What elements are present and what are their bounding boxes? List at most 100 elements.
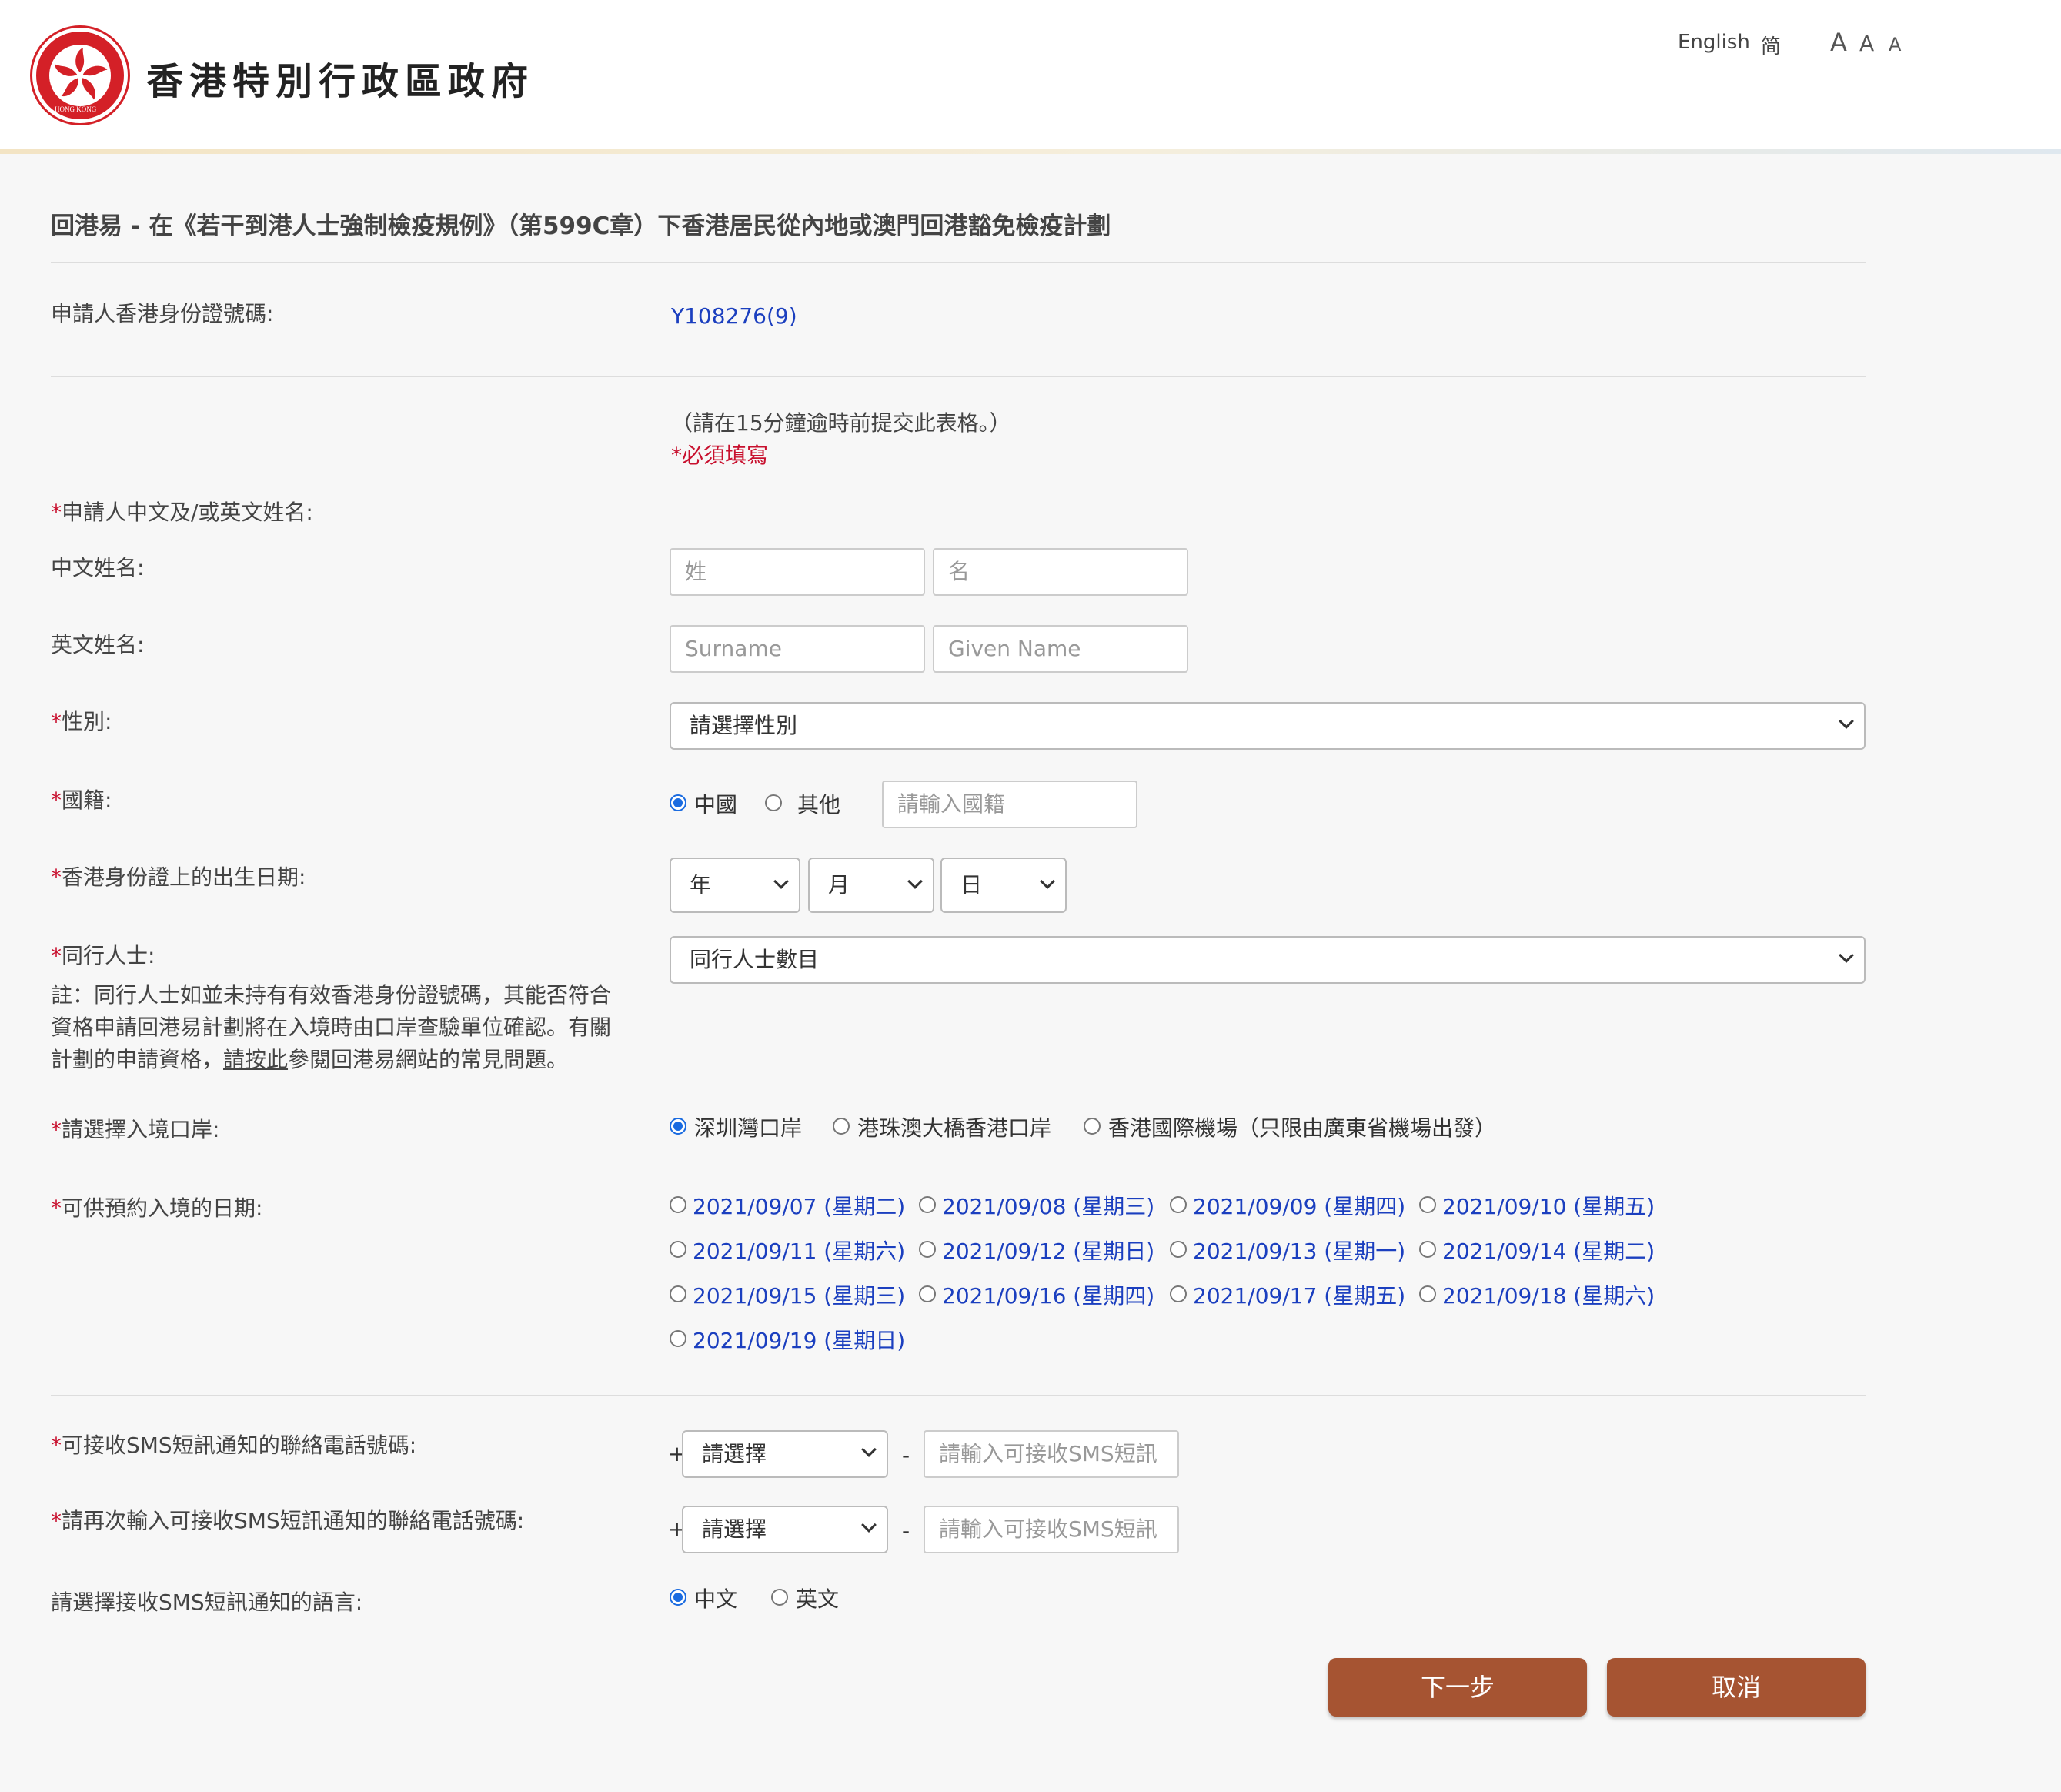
cancel-button[interactable]: 取消	[1607, 1658, 1866, 1717]
phone-label: *可接收SMS短訊通知的聯絡電話號碼:	[51, 1433, 417, 1458]
phone-country-code-value: 請選擇	[702, 1441, 767, 1466]
date-option[interactable]: 2021/09/18 (星期六)	[1442, 1279, 1655, 1310]
nationality-other-input[interactable]: 請輸入國籍	[882, 781, 1137, 828]
faq-link[interactable]: 請按此	[223, 1047, 288, 1072]
chevron-down-icon	[1040, 874, 1055, 889]
date-option[interactable]: 2021/09/10 (星期五)	[1442, 1190, 1655, 1221]
phone-dash: -	[902, 1443, 910, 1468]
nationality-other-label[interactable]: 其他	[797, 788, 840, 819]
date-option[interactable]: 2021/09/19 (星期日)	[693, 1324, 905, 1355]
sms-language-label: 請選擇接收SMS短訊通知的語言:	[51, 1590, 363, 1615]
gender-label: *性別:	[51, 709, 112, 734]
gender-select-value: 請選擇性別	[690, 713, 798, 738]
date-radio[interactable]	[919, 1241, 936, 1258]
nationality-china-label[interactable]: 中國	[694, 788, 737, 819]
date-radio[interactable]	[1170, 1285, 1187, 1302]
date-radio[interactable]	[1419, 1285, 1436, 1302]
dob-day-select[interactable]: 日	[940, 858, 1067, 913]
dob-month-value: 月	[828, 872, 850, 898]
port-airport-radio[interactable]	[1084, 1118, 1101, 1135]
dates-label: *可供預約入境的日期:	[51, 1195, 263, 1221]
divider	[51, 376, 1866, 377]
date-radio[interactable]	[919, 1285, 936, 1302]
date-option[interactable]: 2021/09/14 (星期二)	[1442, 1235, 1655, 1265]
font-size-medium-button[interactable]: A	[1859, 31, 1874, 56]
divider	[51, 1395, 1866, 1396]
hkid-label: 申請人香港身份證號碼:	[51, 301, 274, 326]
date-radio[interactable]	[1170, 1196, 1187, 1213]
page-title: 回港易 - 在《若干到港人士強制檢疫規例》（第599C章）下香港居民從內地或澳門…	[51, 212, 1111, 240]
chinese-given-name-input[interactable]: 名	[933, 548, 1188, 596]
date-option[interactable]: 2021/09/07 (星期二)	[693, 1190, 905, 1221]
gender-select[interactable]: 請選擇性別	[670, 702, 1866, 750]
name-label: *申請人中文及/或英文姓名:	[51, 500, 313, 525]
phone-confirm-number-input[interactable]: 請輸入可接收SMS短訊	[924, 1506, 1179, 1553]
english-surname-input[interactable]: Surname	[670, 625, 925, 673]
port-label: *請選擇入境口岸:	[51, 1117, 220, 1142]
companions-select[interactable]: 同行人士數目	[670, 936, 1866, 984]
font-size-small-button[interactable]: A	[1889, 34, 1901, 55]
port-airport-label[interactable]: 香港國際機場（只限由廣東省機場出發）	[1108, 1112, 1496, 1142]
dob-year-value: 年	[690, 872, 712, 898]
chinese-name-label: 中文姓名:	[51, 555, 145, 580]
date-radio[interactable]	[919, 1196, 936, 1213]
date-option[interactable]: 2021/09/09 (星期四)	[1193, 1190, 1405, 1221]
phone-confirm-dash: -	[902, 1518, 910, 1543]
english-link[interactable]: English	[1678, 31, 1750, 54]
nationality-label: *國籍:	[51, 787, 112, 813]
sms-language-english-radio[interactable]	[771, 1589, 788, 1606]
dob-day-value: 日	[960, 872, 983, 898]
date-radio[interactable]	[670, 1196, 686, 1213]
phone-confirm-label: *請再次輸入可接收SMS短訊通知的聯絡電話號碼:	[51, 1508, 525, 1533]
companions-select-value: 同行人士數目	[690, 947, 820, 972]
companions-note-line: 計劃的申請資格，請按此參閱回港易網站的常見問題。	[51, 1047, 569, 1072]
chevron-down-icon	[1839, 948, 1854, 963]
date-radio[interactable]	[670, 1241, 686, 1258]
nationality-other-radio[interactable]	[765, 794, 782, 811]
port-hzmb-label[interactable]: 港珠澳大橋香港口岸	[857, 1112, 1051, 1142]
chevron-down-icon	[907, 874, 923, 889]
simplified-chinese-link[interactable]: 简	[1761, 31, 1781, 59]
date-option[interactable]: 2021/09/08 (星期三)	[942, 1190, 1154, 1221]
chevron-down-icon	[861, 1517, 877, 1533]
date-option[interactable]: 2021/09/12 (星期日)	[942, 1235, 1154, 1265]
date-option[interactable]: 2021/09/13 (星期一)	[1193, 1235, 1405, 1265]
english-given-name-input[interactable]: Given Name	[933, 625, 1188, 673]
port-shenzhen-bay-radio[interactable]	[670, 1118, 686, 1135]
date-option[interactable]: 2021/09/15 (星期三)	[693, 1279, 905, 1310]
phone-country-code-select[interactable]: 請選擇	[682, 1430, 888, 1478]
phone-confirm-country-code-select[interactable]: 請選擇	[682, 1506, 888, 1553]
header-divider	[0, 149, 2061, 154]
sms-language-english-label[interactable]: 英文	[796, 1583, 839, 1613]
date-radio[interactable]	[670, 1285, 686, 1302]
sms-language-chinese-label[interactable]: 中文	[694, 1583, 737, 1613]
companions-note-line: 資格申請回港易計劃將在入境時由口岸查驗單位確認。有關	[51, 1015, 612, 1040]
date-option[interactable]: 2021/09/16 (星期四)	[942, 1279, 1154, 1310]
port-hzmb-radio[interactable]	[833, 1118, 850, 1135]
phone-number-input[interactable]: 請輸入可接收SMS短訊	[924, 1430, 1179, 1478]
hkid-value: Y108276(9)	[671, 303, 797, 329]
date-radio[interactable]	[1170, 1241, 1187, 1258]
font-size-large-button[interactable]: A	[1830, 28, 1847, 57]
english-name-label: 英文姓名:	[51, 632, 145, 657]
dob-year-select[interactable]: 年	[670, 858, 800, 913]
hksar-emblem-icon[interactable]: HONG KONG	[32, 28, 128, 123]
chevron-down-icon	[773, 874, 789, 889]
date-radio[interactable]	[1419, 1196, 1436, 1213]
chevron-down-icon	[1839, 714, 1854, 729]
chinese-surname-input[interactable]: 姓	[670, 548, 925, 596]
date-option[interactable]: 2021/09/11 (星期六)	[693, 1235, 905, 1265]
date-radio[interactable]	[1419, 1241, 1436, 1258]
dob-label: *香港身份證上的出生日期:	[51, 864, 306, 890]
date-radio[interactable]	[670, 1330, 686, 1347]
sms-language-chinese-radio[interactable]	[670, 1589, 686, 1606]
divider	[51, 262, 1866, 263]
nationality-china-radio[interactable]	[670, 794, 686, 811]
government-title: 香港特別行政區政府	[146, 60, 535, 103]
companions-label: *同行人士:	[51, 943, 155, 968]
next-step-button[interactable]: 下一步	[1328, 1658, 1587, 1717]
companions-note: 註：同行人士如並未持有有效香港身份證號碼，其能否符合 資格申請回港易計劃將在入境…	[51, 979, 611, 1076]
port-shenzhen-bay-label[interactable]: 深圳灣口岸	[694, 1112, 802, 1142]
date-option[interactable]: 2021/09/17 (星期五)	[1193, 1279, 1405, 1310]
dob-month-select[interactable]: 月	[808, 858, 934, 913]
